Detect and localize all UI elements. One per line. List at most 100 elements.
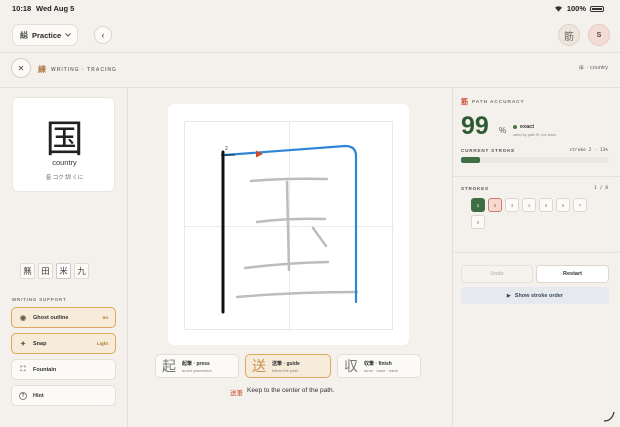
ghost-stroke: [285, 180, 291, 272]
eye-icon: ◉: [19, 314, 27, 322]
resize-handle-icon[interactable]: [602, 409, 616, 423]
kanji-reading: 音 コク 訓 くに: [45, 175, 84, 181]
kanji-profile-button[interactable]: 筋: [558, 24, 580, 46]
kanji-character: 国: [45, 117, 84, 161]
option-label: Fountain: [33, 366, 57, 373]
status-right: 100%: [554, 4, 604, 13]
path-accuracy-text: PATH ACCURACY: [472, 99, 525, 105]
mode-finish-button[interactable]: 収 収筆 · finish tome · hane · harai: [337, 354, 421, 378]
battery-icon: [590, 5, 604, 12]
hint-text: Keep to the center of the path.: [247, 387, 335, 394]
hint-kanji: 送筆: [230, 389, 243, 397]
fountain-toggle[interactable]: ⛶ Fountain: [11, 359, 116, 380]
hint-toggle[interactable]: ? Hint: [11, 385, 116, 406]
accuracy-status-sub: rated by path fit, not stars: [513, 133, 556, 137]
ghost-stroke: [255, 217, 327, 224]
stroke-tile[interactable]: 7: [573, 198, 587, 212]
guidance-hint: 送筆 Keep to the center of the path.: [230, 387, 334, 397]
current-stroke-label: CURRENT STROKE: [461, 148, 516, 153]
ghost-stroke: [243, 260, 330, 270]
current-stroke-value: stroke 2 · 13%: [569, 148, 608, 153]
component-tile[interactable]: 無: [20, 263, 35, 279]
ghost-stroke: [235, 290, 359, 299]
mode-title: 送筆 · guide: [272, 360, 300, 367]
restart-button[interactable]: Restart: [536, 265, 609, 283]
status-date: Wed Aug 5: [36, 4, 75, 13]
grid-icon: ⊞: [578, 65, 584, 71]
strokes-label: STROKES: [461, 186, 489, 191]
snap-toggle[interactable]: ✦ Snap Light: [11, 333, 116, 354]
kanji-card: 国 country 音 コク 訓 くに: [12, 97, 115, 192]
mode-title: 収筆 · finish: [364, 360, 392, 367]
stroke-tile[interactable]: 4: [522, 198, 536, 212]
stroke-grid: 1 2 3 4 5 6 7 8: [471, 198, 601, 229]
ghost-outline-toggle[interactable]: ◉ Ghost outline on: [11, 307, 116, 328]
chevron-left-icon: ‹: [101, 30, 105, 40]
strokes-count: 1 / 8: [594, 186, 608, 191]
writing-support-label: WRITING SUPPORT: [12, 297, 67, 302]
accuracy-status: exact: [513, 124, 534, 130]
stroke-progress-fill: [461, 157, 481, 163]
show-stroke-order-button[interactable]: ▶ Show stroke order: [461, 287, 609, 304]
mode-mark: 送: [252, 359, 266, 375]
writing-canvas[interactable]: 2: [184, 121, 394, 331]
practice-menu-button[interactable]: 縂 Practice: [12, 24, 78, 46]
accuracy-score: 99: [461, 112, 489, 140]
stroke-tile[interactable]: 1: [471, 198, 485, 212]
stroke-number-label: 2: [225, 146, 228, 152]
stroke-tile[interactable]: 8: [471, 215, 485, 229]
mode-kanji-icon: 練: [38, 64, 47, 74]
help-circle-icon: ?: [19, 391, 27, 400]
mode-title: 起筆 · press: [182, 360, 210, 367]
practice-label: Practice: [32, 30, 62, 40]
show-stroke-order-label: Show stroke order: [514, 292, 564, 299]
mode-mark: 収: [344, 359, 358, 375]
back-button[interactable]: ‹: [94, 26, 112, 44]
sparkle-icon: ✦: [20, 340, 26, 348]
canvas-drawing: 2: [185, 122, 394, 331]
option-state: on: [102, 315, 109, 320]
stroke-tile[interactable]: 5: [539, 198, 553, 212]
header-divider: [0, 52, 620, 53]
component-tile[interactable]: 米: [56, 263, 71, 279]
mode-mark: 起: [162, 359, 176, 375]
component-tile[interactable]: 九: [74, 263, 89, 279]
accuracy-kanji-icon: 筋: [461, 97, 468, 106]
kanji-meaning: country: [52, 158, 77, 167]
deck-label-text: · country: [586, 65, 608, 71]
practice-icon: 縂: [20, 29, 28, 40]
close-icon: ✕: [17, 63, 25, 73]
mode-guide-button[interactable]: 送 送筆 · guide follow the path: [245, 354, 331, 378]
status-dot-icon: [513, 125, 517, 129]
pen-nib-icon: ⛶: [20, 365, 26, 373]
component-tile[interactable]: 田: [38, 263, 53, 279]
ghost-stroke: [311, 226, 328, 248]
guide-path: [223, 144, 358, 304]
avatar[interactable]: S: [588, 24, 610, 46]
status-bar: 10:18 Wed Aug 5 100%: [0, 0, 620, 16]
option-label: Snap: [33, 340, 47, 347]
mode-subtitle: tome · hane · harai: [364, 367, 398, 373]
mode-subtitle: follow the path: [272, 367, 298, 373]
mode-subtitle: brush placement: [182, 367, 212, 373]
close-button[interactable]: ✕: [11, 58, 31, 78]
play-icon: ▶: [506, 292, 511, 299]
stroke-tile[interactable]: 6: [556, 198, 570, 212]
component-row: 無 田 米 九: [20, 263, 89, 279]
status-time: 10:18: [12, 4, 32, 13]
stroke-tile[interactable]: 2: [488, 198, 502, 212]
wifi-icon: [554, 6, 562, 12]
mode-press-button[interactable]: 起 起筆 · press brush placement: [155, 354, 239, 378]
breadcrumb: 練 WRITING · TRACING: [38, 64, 117, 75]
ghost-stroke: [249, 177, 329, 183]
path-accuracy-label: 筋 PATH ACCURACY: [461, 97, 525, 107]
undo-button[interactable]: Undo: [461, 265, 533, 283]
deck-label[interactable]: ⊞ · country: [579, 65, 608, 71]
battery-percent: 100%: [566, 4, 586, 13]
accuracy-unit: %: [499, 126, 507, 135]
option-state: Light: [97, 341, 108, 346]
panel-divider: [453, 252, 620, 253]
chevron-down-icon: [65, 33, 72, 37]
stroke-tile[interactable]: 3: [505, 198, 519, 212]
top-nav: 縂 Practice ‹ 筋 S: [0, 24, 620, 48]
